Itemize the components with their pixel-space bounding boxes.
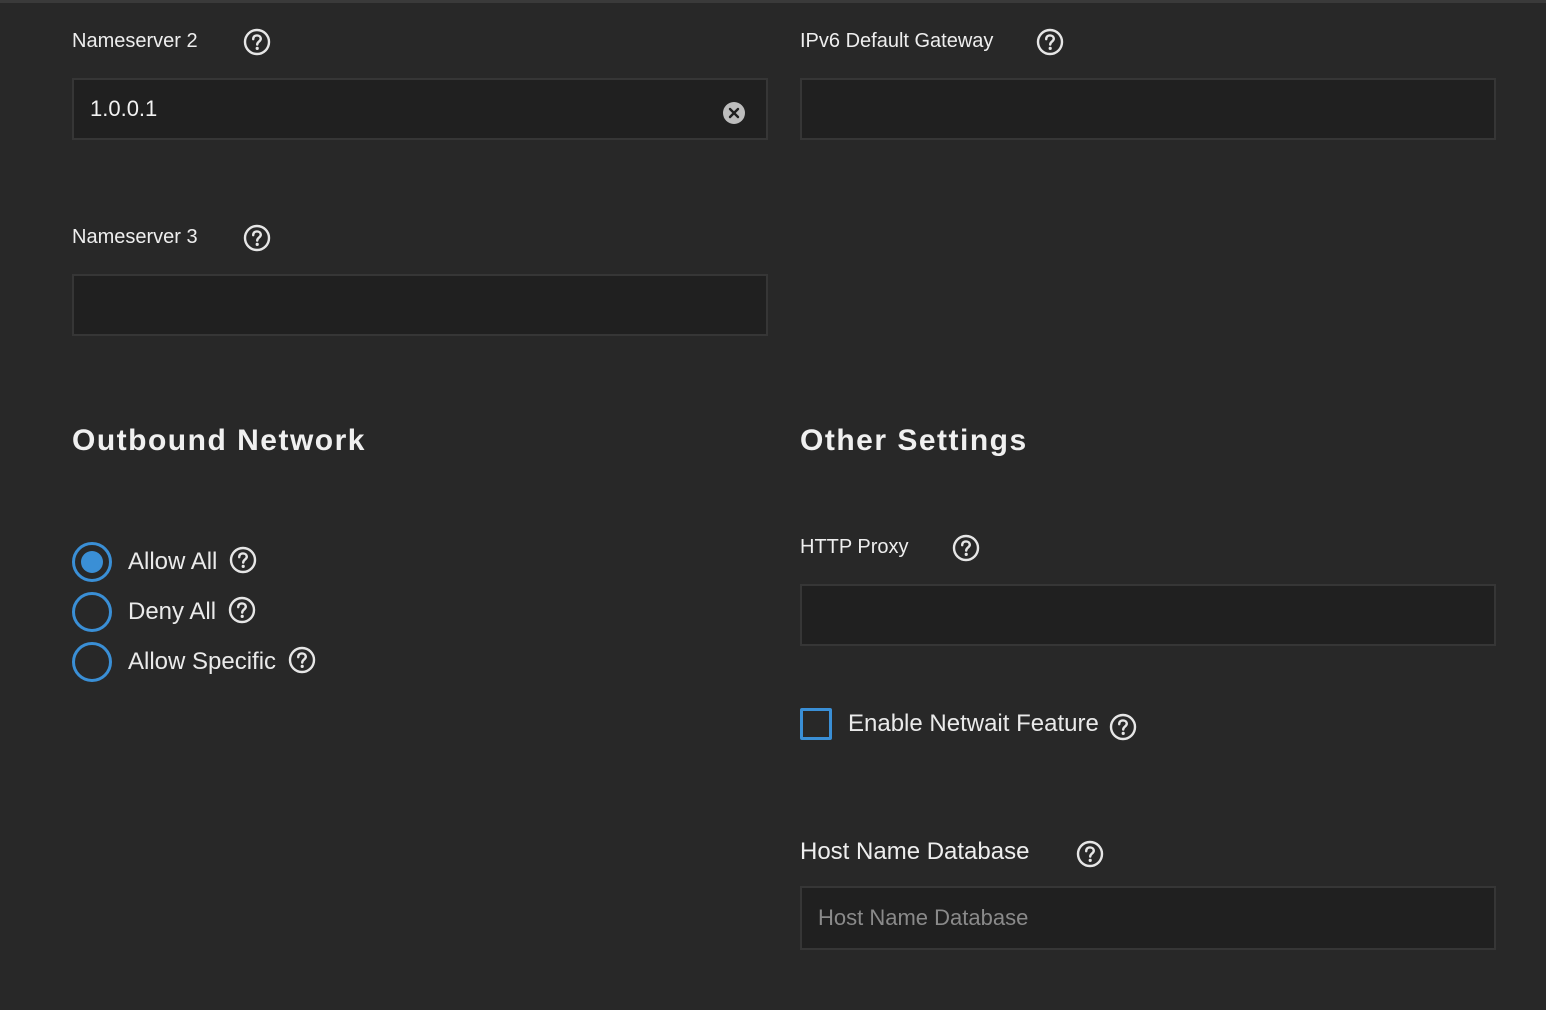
clear-icon[interactable] [722,101,746,125]
netwait-checkbox-row[interactable]: Enable Netwait Feature [800,704,1137,744]
nameserver2-label: Nameserver 2 [72,30,198,52]
radio-allow-specific[interactable]: Allow Specific [72,642,316,682]
radio-label: Allow Specific [128,648,277,675]
help-icon[interactable] [243,224,271,252]
host-name-db-label: Host Name Database [800,838,1030,865]
netwait-checkbox[interactable] [800,708,832,740]
help-icon[interactable] [243,28,271,56]
help-icon[interactable] [1036,28,1064,56]
nameserver3-field[interactable] [72,274,768,336]
ipv6-gateway-field[interactable] [800,78,1496,140]
nameserver2-field[interactable] [72,78,768,140]
radio-deny-all[interactable]: Deny All [72,592,256,632]
host-name-db-input[interactable] [802,888,1494,948]
radio-button[interactable] [72,542,112,582]
ipv6-gateway-input[interactable] [802,80,1494,138]
outbound-network-title: Outbound Network [72,424,366,457]
radio-button[interactable] [72,642,112,682]
ipv6-gateway-label: IPv6 Default Gateway [800,30,994,52]
help-icon[interactable] [229,546,257,574]
radio-label: Deny All [128,598,217,625]
help-icon[interactable] [1076,840,1104,868]
radio-button[interactable] [72,592,112,632]
help-icon[interactable] [228,596,256,624]
radio-allow-all[interactable]: Allow All [72,542,257,582]
host-name-db-field[interactable] [800,886,1496,950]
help-icon[interactable] [952,534,980,562]
nameserver2-input[interactable] [74,80,766,138]
nameserver3-label: Nameserver 3 [72,226,198,248]
other-settings-title: Other Settings [800,424,1028,457]
top-divider [0,0,1546,3]
netwait-label: Enable Netwait Feature [848,710,1099,737]
radio-label: Allow All [128,548,218,575]
http-proxy-field[interactable] [800,584,1496,646]
help-icon[interactable] [288,646,316,674]
http-proxy-input[interactable] [802,586,1494,644]
nameserver3-input[interactable] [74,276,766,334]
http-proxy-label: HTTP Proxy [800,536,909,558]
help-icon[interactable] [1109,713,1137,741]
